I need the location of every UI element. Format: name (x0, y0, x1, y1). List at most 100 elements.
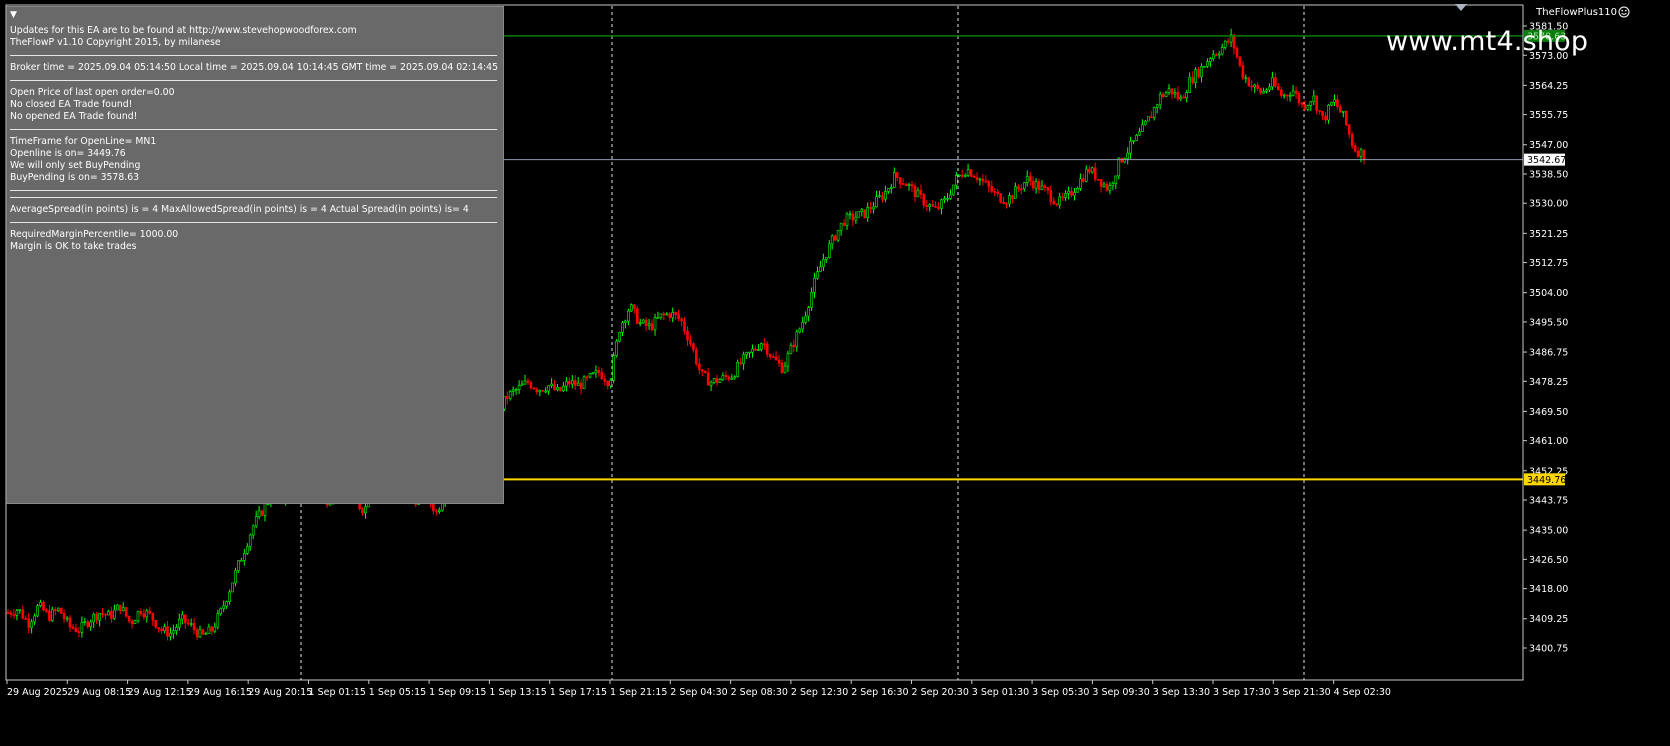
candle-body (656, 317, 660, 319)
price-chart[interactable]: 3581.50 3573.00 3564.25 3555.75 3547.00 3538.… (0, 0, 1670, 746)
panel-collapse-icon[interactable]: ▼ (10, 9, 17, 21)
smiley-icon[interactable] (1618, 6, 1630, 18)
candle-body (783, 365, 787, 374)
panel-line: No closed EA Trade found! (10, 99, 133, 110)
candle-body (949, 194, 952, 199)
candle-body (597, 370, 601, 373)
candle-body (854, 216, 858, 221)
candle-body (1152, 107, 1156, 118)
candle-body (553, 383, 556, 390)
candle-body (517, 385, 521, 390)
candle-body (1014, 186, 1017, 199)
time-tick-label: 1 Sep 09:15 (429, 687, 486, 698)
candle-body (210, 626, 214, 632)
candle-body (145, 610, 149, 618)
candle-body (535, 388, 539, 393)
candle-body (612, 355, 615, 381)
candle-body (1339, 106, 1342, 113)
candle-body (1037, 181, 1041, 191)
candle-body (1167, 88, 1171, 93)
candle-body (736, 362, 740, 377)
panel-separator (10, 55, 497, 56)
candle-body (934, 205, 937, 208)
chart-shift-marker[interactable] (1455, 4, 1467, 11)
candle-body (1064, 193, 1067, 198)
candle-body (1294, 90, 1298, 94)
candle-body (1336, 99, 1339, 108)
candle-body (68, 617, 72, 628)
candle-body (984, 180, 988, 183)
candle-body (1297, 93, 1301, 104)
panel-line: Openline is on= 3449.76 (10, 148, 126, 159)
candle-body (1194, 69, 1197, 83)
candle-body (689, 339, 692, 345)
candle-body (795, 331, 799, 348)
price-tick-label: 3521.25 (1529, 229, 1568, 240)
candle-body (1315, 95, 1318, 111)
time-tick-label: 29 Aug 08:15 (67, 687, 131, 698)
candle-body (1247, 77, 1251, 87)
candle-body (1362, 149, 1366, 161)
candle-body (201, 629, 205, 635)
time-tick-label: 3 Sep 17:30 (1213, 687, 1270, 698)
time-tick-label: 2 Sep 12:30 (791, 687, 848, 698)
candle-body (248, 534, 252, 547)
candle-body (361, 508, 364, 514)
candle-body (237, 560, 240, 571)
candle-body (697, 363, 701, 370)
candle-body (1274, 77, 1277, 87)
candle-body (1093, 167, 1097, 180)
candle-body (659, 313, 663, 318)
candle-body (963, 175, 967, 177)
candle-body (680, 318, 683, 322)
price-tick-label: 3564.25 (1529, 81, 1568, 92)
candle-body (839, 222, 843, 231)
candle-body (875, 196, 878, 208)
candle-body (1215, 54, 1218, 56)
candle-body (1105, 183, 1109, 191)
price-tick-label: 3547.00 (1529, 140, 1568, 151)
candle-body (674, 312, 678, 315)
candle-body (240, 559, 243, 562)
panel-line: We will only set BuyPending (10, 160, 141, 171)
candle-body (207, 626, 211, 634)
candle-body (801, 322, 805, 330)
candle-body (30, 621, 33, 628)
candle-body (1182, 96, 1186, 99)
candle-body (798, 328, 802, 333)
candle-body (638, 322, 642, 325)
candle-body (1306, 105, 1310, 110)
candle-body (1259, 88, 1262, 94)
candle-body (1002, 201, 1005, 204)
candle-body (1220, 47, 1224, 55)
candle-body (579, 382, 583, 389)
candle-body (1096, 178, 1100, 181)
candle-body (727, 376, 731, 380)
current-price-label: 3542.67 (1527, 155, 1566, 166)
watermark-text: www.mt4.shop (1386, 26, 1589, 57)
candle-body (1179, 96, 1183, 100)
panel-line: Updates for this EA are to be found at h… (10, 25, 357, 36)
candle-body (624, 320, 627, 323)
candle-body (119, 604, 122, 611)
candle-body (514, 389, 518, 391)
candle-body (523, 380, 527, 385)
candle-body (969, 169, 973, 177)
candle-body (1052, 200, 1056, 205)
candle-body (505, 396, 509, 399)
candle-body (621, 322, 624, 333)
candle-body (532, 387, 536, 390)
candle-body (80, 621, 84, 633)
candle-body (975, 177, 979, 180)
candle-body (154, 620, 157, 628)
candle-body (1232, 34, 1236, 49)
candle-body (913, 185, 917, 198)
candle-body (1288, 95, 1292, 97)
candle-body (1043, 185, 1047, 188)
candle-body (1164, 92, 1168, 97)
candle-body (754, 348, 757, 351)
panel-line: TimeFrame for OpenLine= MN1 (10, 136, 157, 147)
candle-body (86, 621, 90, 628)
time-tick-label: 1 Sep 17:15 (550, 687, 607, 698)
candle-body (251, 525, 255, 536)
